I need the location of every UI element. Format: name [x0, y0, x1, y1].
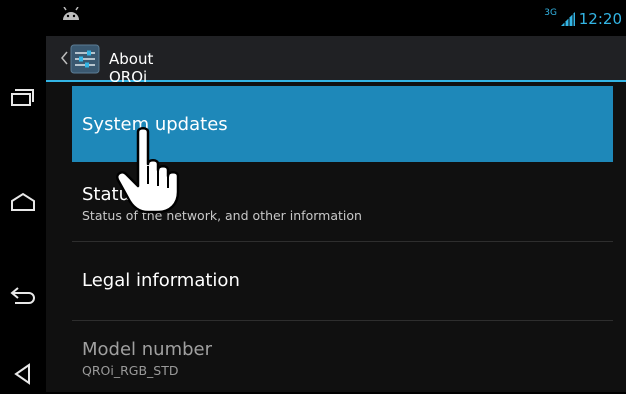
back-icon: [10, 287, 35, 304]
page-title: About QROi: [109, 50, 154, 86]
item-summary: QROi_RGB_STD: [82, 363, 179, 378]
item-title: Model number: [82, 339, 213, 360]
hand-pointer-icon: [116, 127, 180, 214]
menu-icon: [14, 363, 30, 385]
status-bar: 3G 12:20: [46, 0, 626, 36]
home-icon: [11, 192, 35, 211]
home-button[interactable]: [0, 182, 46, 222]
signal-strength-icon: [561, 12, 575, 26]
item-title: Legal information: [82, 270, 240, 291]
chevron-left-icon: [61, 51, 68, 65]
back-button[interactable]: [0, 275, 46, 315]
recent-apps-button[interactable]: [0, 77, 46, 117]
android-notification-icon: [63, 7, 79, 20]
status-clock: 12:20: [578, 10, 622, 28]
action-bar: About QROi: [46, 36, 626, 86]
network-type-label: 3G: [544, 8, 557, 18]
list-item-model-number: Model number QROi_RGB_STD: [72, 321, 613, 392]
navigation-bar: [0, 0, 46, 392]
up-navigation[interactable]: About QROi: [54, 36, 194, 86]
settings-sliders-icon: [70, 44, 100, 74]
recent-apps-icon: [11, 89, 34, 106]
list-item-legal-information[interactable]: Legal information: [72, 242, 613, 320]
menu-button[interactable]: [0, 354, 46, 394]
